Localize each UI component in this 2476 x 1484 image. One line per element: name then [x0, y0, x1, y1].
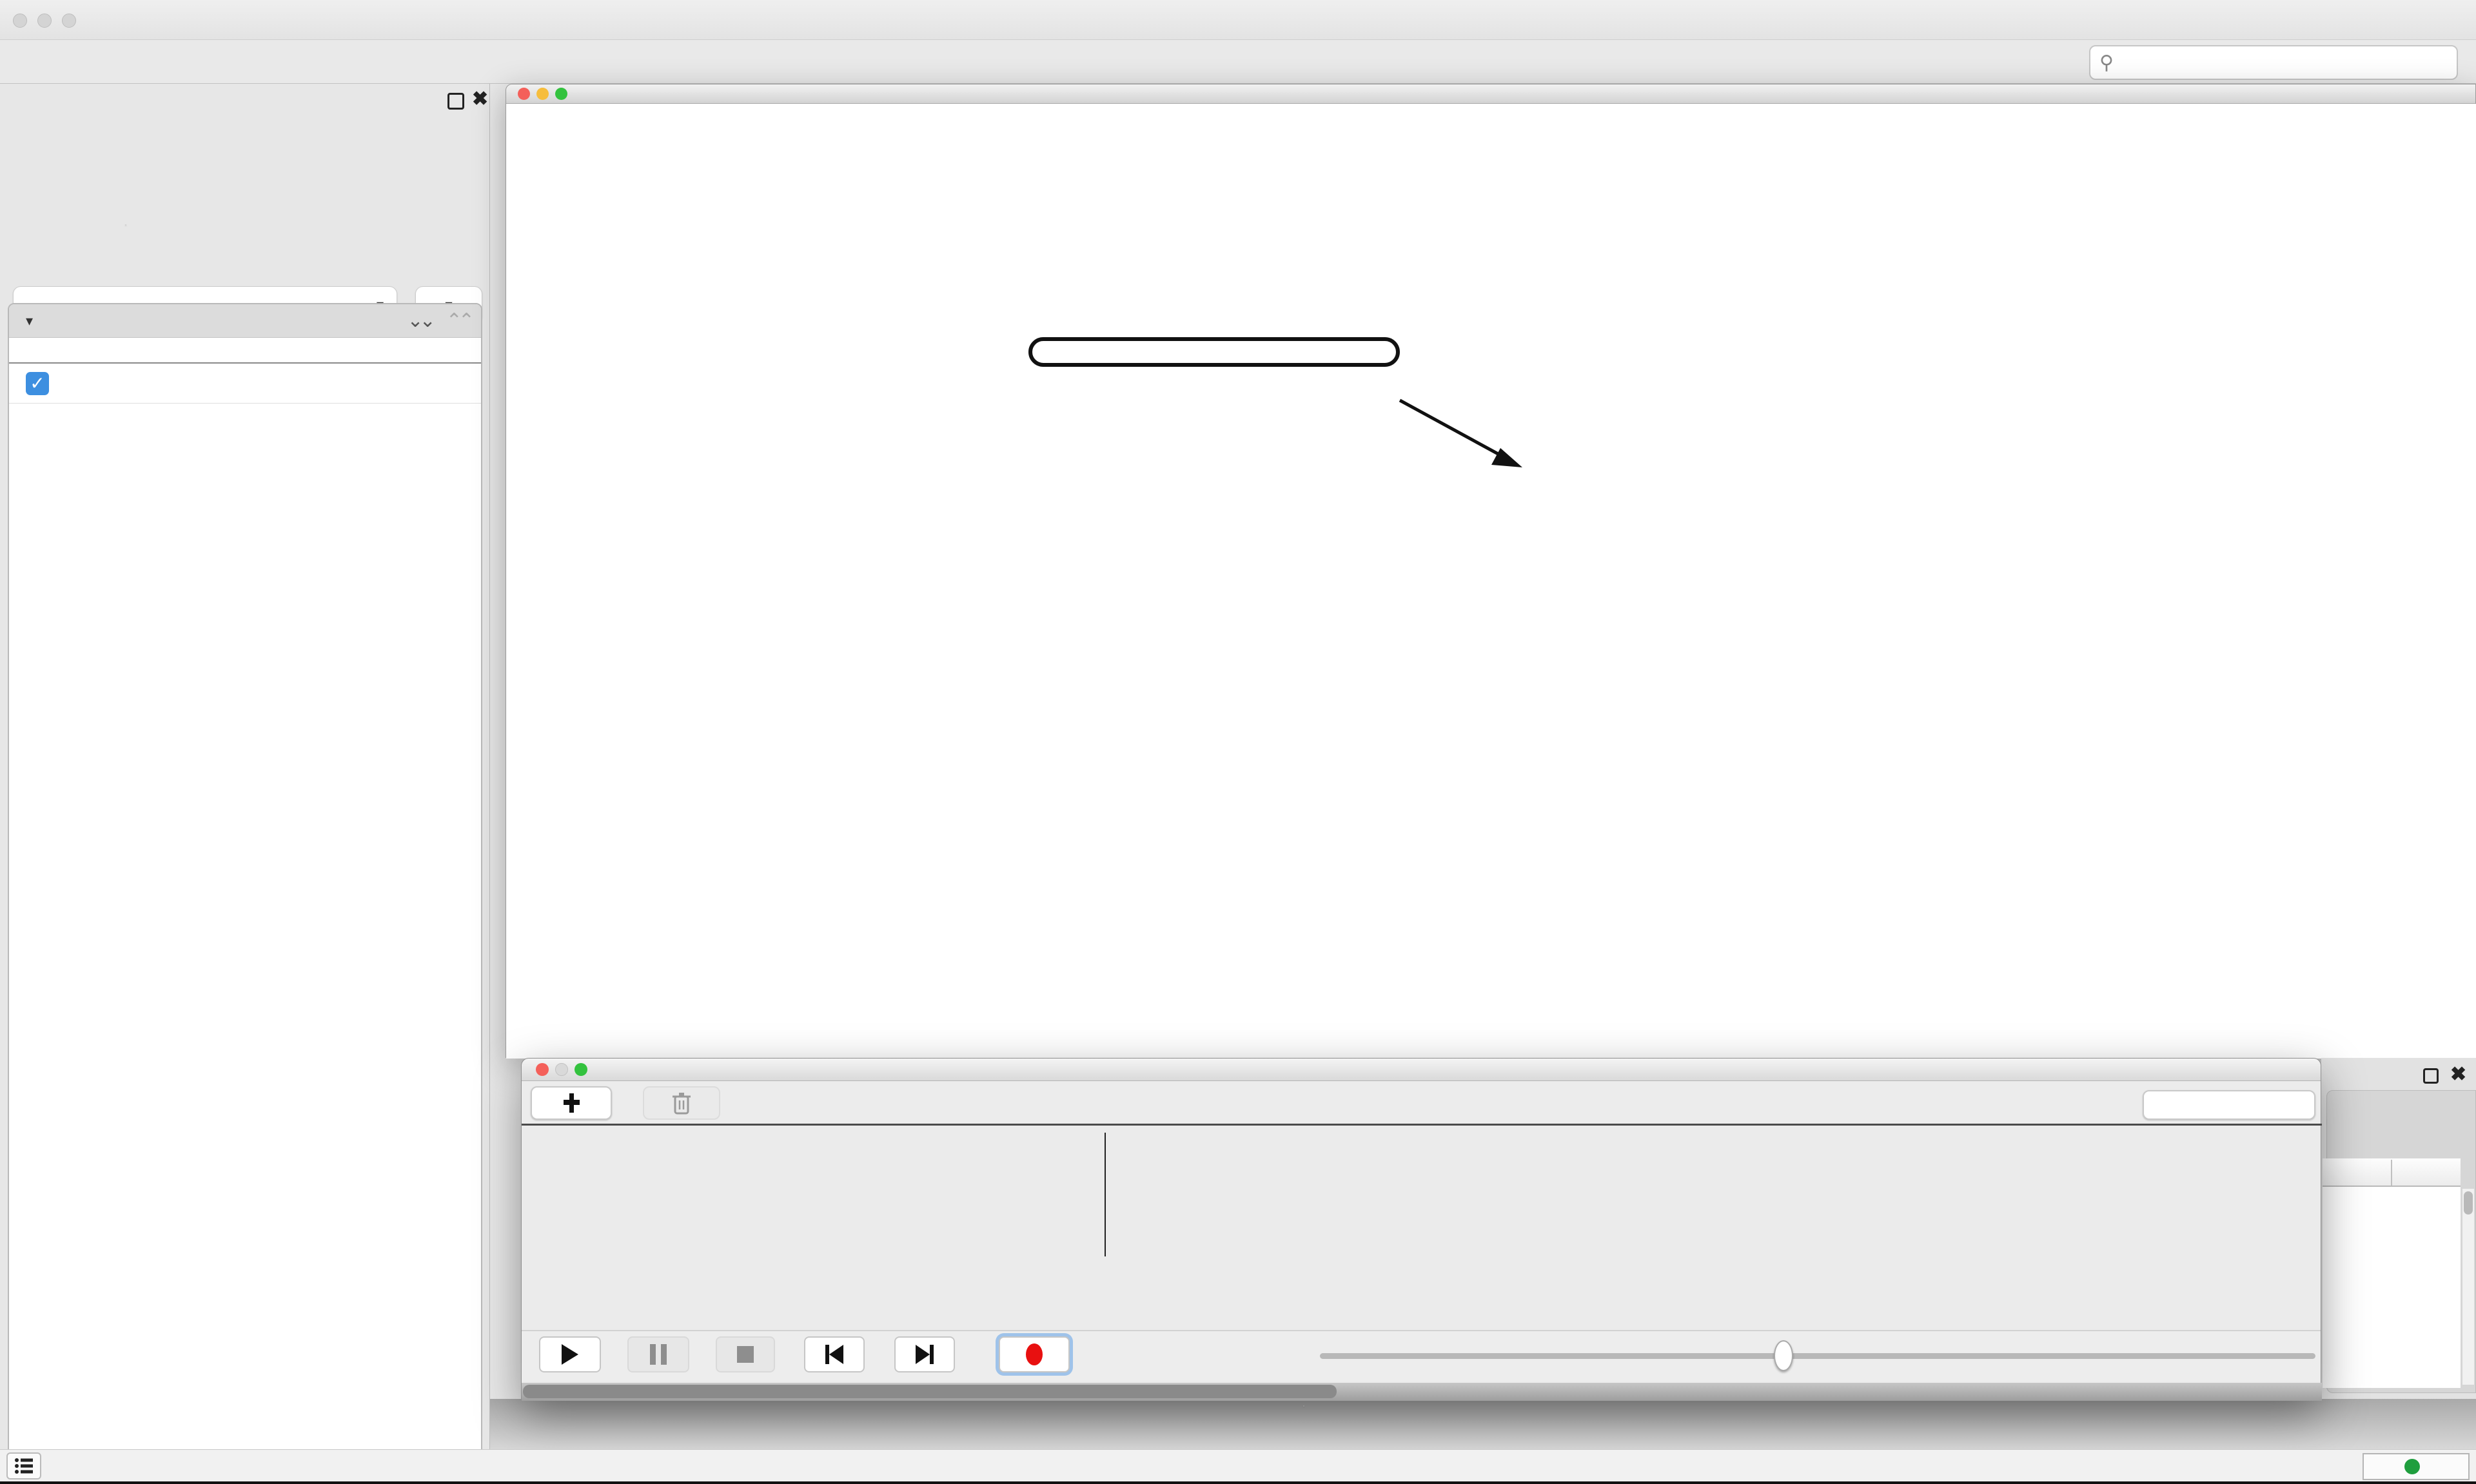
memory-button[interactable]: [2363, 1453, 2470, 1480]
play-icon: [562, 1344, 578, 1365]
delete-frame-button[interactable]: [643, 1086, 720, 1120]
properties-card: ▾ ⌄⌄ ⌃⌃ ✓: [8, 303, 482, 1475]
animation-speed-slider[interactable]: [1320, 1353, 2315, 1359]
control-panel-tabs: [125, 224, 126, 226]
app-titlebar: [0, 0, 2476, 40]
table-browser-panel: ✖: [2321, 1058, 2476, 1399]
trash-icon: [672, 1091, 691, 1115]
network-window: [506, 84, 2476, 1058]
float-panel-icon[interactable]: [2423, 1068, 2439, 1084]
record-button[interactable]: [999, 1336, 1070, 1372]
stop-button[interactable]: [716, 1336, 775, 1372]
plus-icon: [560, 1092, 582, 1114]
expand-all-icon[interactable]: ⌄⌄: [407, 309, 431, 332]
slider-thumb[interactable]: [1774, 1340, 1793, 1371]
search-input[interactable]: [2114, 52, 2423, 73]
table-dock-tabs: [1303, 1405, 1304, 1407]
text-annotation-box[interactable]: [1028, 337, 1400, 367]
close-window-button[interactable]: [536, 1063, 549, 1076]
skip-to-start-icon: [825, 1345, 843, 1364]
skip-to-end-button[interactable]: [894, 1336, 955, 1372]
pause-button[interactable]: [627, 1336, 689, 1372]
play-button[interactable]: [539, 1336, 601, 1372]
zoom-window-button[interactable]: [575, 1063, 587, 1076]
close-window-button[interactable]: [518, 88, 530, 100]
horizontal-scrollbar[interactable]: [522, 1383, 2322, 1401]
chevron-down-icon: ▾: [26, 313, 33, 329]
cyanimator-titlebar[interactable]: [522, 1059, 2321, 1081]
search-box[interactable]: ⚲: [2089, 45, 2458, 80]
skip-to-start-button[interactable]: [804, 1336, 865, 1372]
minimize-window-button[interactable]: [555, 1063, 568, 1076]
status-bar: [0, 1449, 2476, 1481]
memory-status-icon: [2404, 1459, 2420, 1474]
add-frame-button[interactable]: [531, 1086, 612, 1120]
network-canvas[interactable]: [506, 104, 2476, 1059]
arrow-annotation: [1396, 382, 1544, 498]
clear-all-frames-button[interactable]: [2143, 1090, 2315, 1120]
minimize-window-button[interactable]: [37, 14, 52, 28]
pause-icon: [650, 1344, 667, 1365]
collapse-all-icon[interactable]: ⌃⌃: [446, 309, 471, 332]
playhead[interactable]: [1105, 1133, 1106, 1256]
close-panel-icon[interactable]: ✖: [472, 88, 488, 110]
search-icon: ⚲: [2099, 52, 2114, 74]
scrollbar-thumb[interactable]: [2464, 1191, 2473, 1215]
cytoscape-app: ⚲ ✖ ▾ ▾ ▾ ⌄⌄ ⌃⌃ ✓: [0, 0, 2476, 1484]
properties-columns: [9, 338, 481, 364]
table-scrollbar[interactable]: [2462, 1188, 2475, 1385]
task-history-button[interactable]: [6, 1452, 41, 1479]
scrollbar-thumb[interactable]: [523, 1385, 1337, 1398]
zoom-window-button[interactable]: [555, 88, 567, 100]
close-window-button[interactable]: [13, 14, 27, 28]
network-window-titlebar[interactable]: [506, 84, 2475, 104]
lock-size-checkbox[interactable]: ✓: [26, 372, 49, 395]
cyanimator-window: [521, 1058, 2321, 1400]
table-dock-bar: [490, 1399, 2476, 1449]
timeline-ruler: [522, 1255, 2322, 1293]
properties-header[interactable]: ▾ ⌄⌄ ⌃⌃: [9, 304, 481, 338]
close-panel-icon[interactable]: ✖: [2450, 1063, 2466, 1086]
stop-icon: [737, 1346, 754, 1363]
record-icon: [1026, 1343, 1043, 1365]
cyanimator-controls: [522, 1330, 2321, 1381]
zoom-window-button[interactable]: [62, 14, 76, 28]
skip-to-end-icon: [916, 1345, 934, 1364]
task-list-icon: [14, 1458, 34, 1474]
float-panel-icon[interactable]: [447, 93, 464, 110]
table-body[interactable]: [2323, 1187, 2461, 1388]
minimize-window-button[interactable]: [536, 88, 549, 100]
control-panel: ✖ ▾ ▾ ▾ ⌄⌄ ⌃⌃ ✓: [0, 84, 490, 1449]
